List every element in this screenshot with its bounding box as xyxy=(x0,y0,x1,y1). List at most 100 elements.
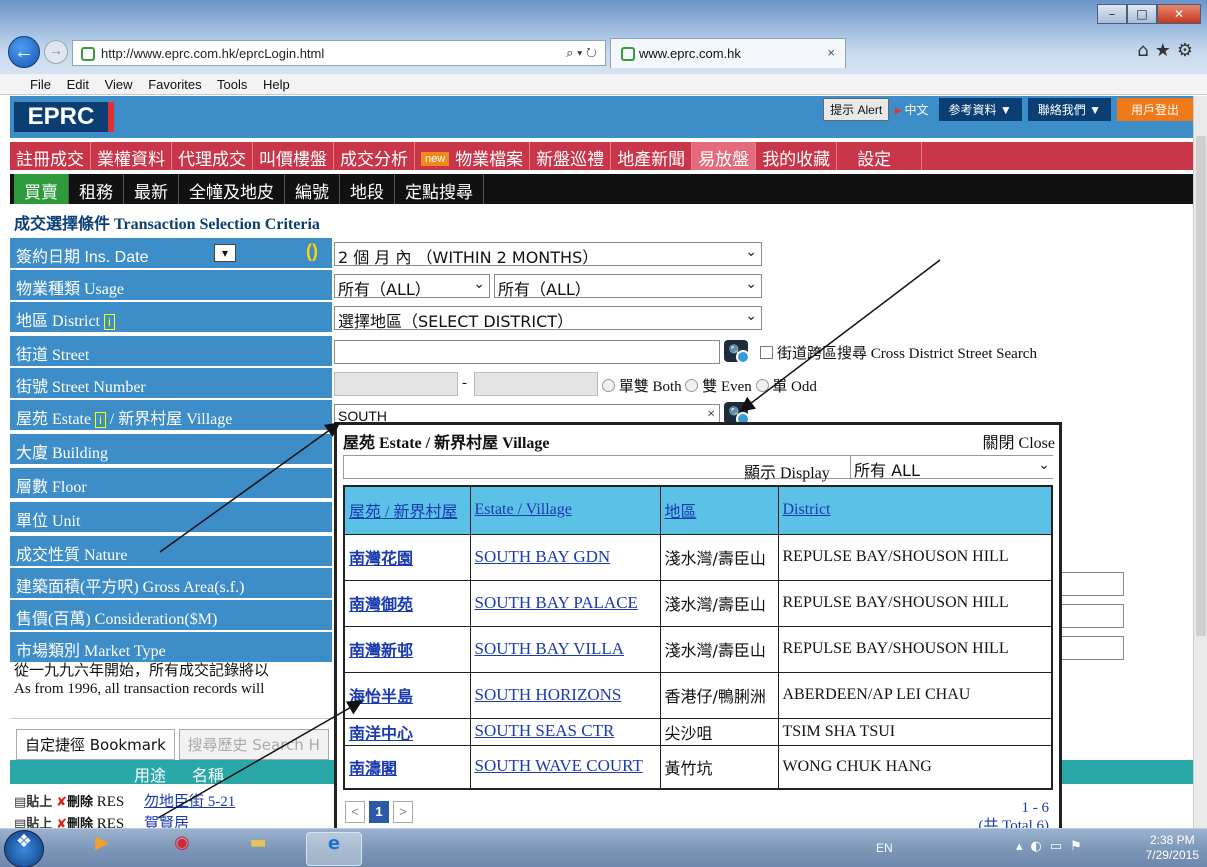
tab-search-history[interactable]: 搜尋歷史 Search H xyxy=(178,729,329,760)
subnav-lease[interactable]: 租務 xyxy=(69,174,124,204)
reference-dropdown[interactable]: 参考資料 ▼ xyxy=(938,98,1022,121)
menu-help[interactable]: Help xyxy=(263,77,290,92)
usage-select-2[interactable]: 所有（ALL） ⌄ xyxy=(494,274,762,298)
internet-explorer-icon[interactable]: e xyxy=(306,832,362,866)
subnav-sale[interactable]: 買賣 xyxy=(14,174,69,204)
browser-toolbar-icons[interactable]: ⌂★⚙ xyxy=(1137,40,1199,61)
language-indicator[interactable]: EN xyxy=(876,841,893,855)
chrome-icon[interactable]: ◉ xyxy=(160,832,204,866)
street-number-from[interactable] xyxy=(334,372,458,396)
estate-en-link[interactable]: SOUTH HORIZONS xyxy=(475,685,622,704)
radio-both[interactable] xyxy=(602,379,615,392)
delete-icon[interactable]: ✘刪除 xyxy=(56,795,93,810)
nav-easy-listing[interactable]: 易放盤 xyxy=(692,142,757,170)
subnav-whole-building[interactable]: 全幢及地皮 xyxy=(179,174,285,204)
alert-button[interactable]: 提示 Alert xyxy=(823,98,890,121)
vertical-scrollbar[interactable] xyxy=(1193,96,1207,828)
tab-close-icon[interactable]: × xyxy=(827,45,835,60)
estate-en-link[interactable]: SOUTH BAY GDN xyxy=(475,547,611,566)
nav-asking[interactable]: 叫價樓盤 xyxy=(253,142,334,170)
table-row[interactable]: 南濤閣 SOUTH WAVE COURT 黃竹坑 WONG CHUK HANG xyxy=(343,744,1053,790)
estate-en-link[interactable]: SOUTH BAY VILLA xyxy=(475,639,625,658)
estate-zh-link[interactable]: 南洋中心 xyxy=(349,724,413,743)
nav-favorites[interactable]: 我的收藏 xyxy=(756,142,838,170)
nav-settings[interactable]: 設定 xyxy=(837,142,923,170)
nav-news[interactable]: 地產新聞 xyxy=(611,142,693,170)
street-input[interactable] xyxy=(334,340,720,364)
info-icon[interactable]: i xyxy=(104,314,115,330)
radio-even[interactable] xyxy=(685,379,699,392)
delete-icon[interactable]: ✘刪除 xyxy=(56,817,93,828)
date-select[interactable]: 2 個 月 內 （WITHIN 2 MONTHS） ⌄ xyxy=(334,242,762,266)
gross-area-max-input[interactable] xyxy=(1058,572,1124,596)
cross-district-checkbox[interactable] xyxy=(760,346,773,359)
maximize-icon[interactable]: □ xyxy=(1127,4,1157,24)
logout-button[interactable]: 用戶登出 xyxy=(1116,98,1193,121)
subnav-latest[interactable]: 最新 xyxy=(124,174,179,204)
browser-tab[interactable]: www.eprc.com.hk × xyxy=(610,38,846,68)
media-player-icon[interactable]: ▶ xyxy=(80,832,124,866)
tray-icons[interactable]: ▴◐▭⚑ xyxy=(1016,839,1090,854)
start-button-icon[interactable]: ❖ xyxy=(4,830,44,867)
search-refresh-icon[interactable]: ⌕ ▾ ↻ xyxy=(566,45,597,61)
toggle-icon[interactable]: () xyxy=(306,241,318,262)
subnav-number[interactable]: 編號 xyxy=(285,174,340,204)
estate-zh-link[interactable]: 南灣御苑 xyxy=(349,595,413,614)
table-row[interactable]: 海怡半島 SOUTH HORIZONS 香港仔/鴨脷洲 ABERDEEN/AP LEI… xyxy=(343,671,1053,719)
cross-district-option[interactable]: 街道跨區搜尋 Cross District Street Search xyxy=(760,342,1037,363)
clock[interactable]: 2:38 PM 7/29/2015 xyxy=(1146,833,1199,863)
page-prev-button[interactable]: < xyxy=(345,801,365,823)
menu-file[interactable]: File xyxy=(30,77,51,92)
folder-icon[interactable]: ▬ xyxy=(236,832,280,866)
table-row[interactable]: 南灣新邨 SOUTH BAY VILLA 淺水灣/壽臣山 REPULSE BAY/SH… xyxy=(343,625,1053,673)
menu-edit[interactable]: Edit xyxy=(67,77,89,92)
table-row[interactable]: 南灣花園 SOUTH BAY GDN 淺水灣/壽臣山 REPULSE BAY/SHOU… xyxy=(343,533,1053,581)
consideration-max-input[interactable] xyxy=(1058,604,1124,628)
nav-property-file[interactable]: new 物業檔案 xyxy=(415,142,531,170)
contact-dropdown[interactable]: 聯絡我們 ▼ xyxy=(1027,98,1111,121)
street-number-to[interactable] xyxy=(474,372,598,396)
col-area-zh[interactable]: 地區 xyxy=(659,485,779,535)
page-next-button[interactable]: > xyxy=(393,801,413,823)
popup-close-button[interactable]: 關閉 Close xyxy=(983,429,1055,453)
table-row[interactable]: 南灣御苑 SOUTH BAY PALACE 淺水灣/壽臣山 REPULSE BAY/S… xyxy=(343,579,1053,627)
display-select[interactable]: 所有 ALL ⌄ xyxy=(850,456,1054,478)
estate-en-link[interactable]: SOUTH SEAS CTR xyxy=(475,721,615,740)
estate-zh-link[interactable]: 南灣新邨 xyxy=(349,641,413,660)
street-lookup-icon[interactable]: 🔍 xyxy=(724,340,750,364)
market-extra-input[interactable] xyxy=(1058,636,1124,660)
radio-odd[interactable] xyxy=(755,379,769,392)
menu-tools[interactable]: Tools xyxy=(217,77,247,92)
district-select[interactable]: 選擇地區（SELECT DISTRICT） ⌄ xyxy=(334,306,762,330)
menu-favorites[interactable]: Favorites xyxy=(148,77,201,92)
close-icon[interactable]: ✕ xyxy=(1157,4,1201,24)
table-row[interactable]: 南洋中心 SOUTH SEAS CTR 尖沙咀 TSIM SHA TSUI xyxy=(343,717,1053,746)
scrollbar-thumb[interactable] xyxy=(1196,136,1206,636)
eprc-logo[interactable]: EPRC xyxy=(14,102,114,132)
subnav-lot[interactable]: 地段 xyxy=(340,174,395,204)
col-estate-zh[interactable]: 屋苑 / 新界村屋 xyxy=(343,485,471,535)
estate-en-link[interactable]: SOUTH WAVE COURT xyxy=(475,756,643,775)
nav-new-projects[interactable]: 新盤巡禮 xyxy=(530,142,612,170)
menu-view[interactable]: View xyxy=(105,77,133,92)
language-link[interactable]: ▸ 中文 xyxy=(895,101,928,118)
nav-ownership[interactable]: 業權資料 xyxy=(91,142,172,170)
estate-en-link[interactable]: SOUTH BAY PALACE xyxy=(475,593,638,612)
info-icon[interactable]: i xyxy=(95,412,106,428)
bookmark-link[interactable]: 勿地臣街 5-21 xyxy=(144,794,235,810)
bookmark-link[interactable]: 賀賢居 xyxy=(144,816,189,828)
date-mode-select[interactable]: ▾ xyxy=(214,244,236,262)
paste-icon[interactable]: ▤貼上 xyxy=(14,817,52,828)
estate-zh-link[interactable]: 南灣花園 xyxy=(349,549,413,568)
paste-icon[interactable]: ▤貼上 xyxy=(14,795,52,810)
estate-lookup-icon[interactable]: 🔍 xyxy=(724,402,750,426)
address-bar[interactable]: http://www.eprc.com.hk/eprcLogin.html ⌕ … xyxy=(72,40,606,66)
col-estate-en[interactable]: Estate / Village xyxy=(469,485,661,535)
page-current[interactable]: 1 xyxy=(369,801,389,823)
forward-arrow-icon[interactable]: → xyxy=(44,40,68,64)
col-district-en[interactable]: District xyxy=(777,485,1053,535)
tab-bookmark[interactable]: 自定捷徑 Bookmark xyxy=(16,729,175,760)
subnav-location-search[interactable]: 定點搜尋 xyxy=(395,174,484,204)
estate-zh-link[interactable]: 南濤閣 xyxy=(349,759,397,778)
nav-analysis[interactable]: 成交分析 xyxy=(334,142,415,170)
